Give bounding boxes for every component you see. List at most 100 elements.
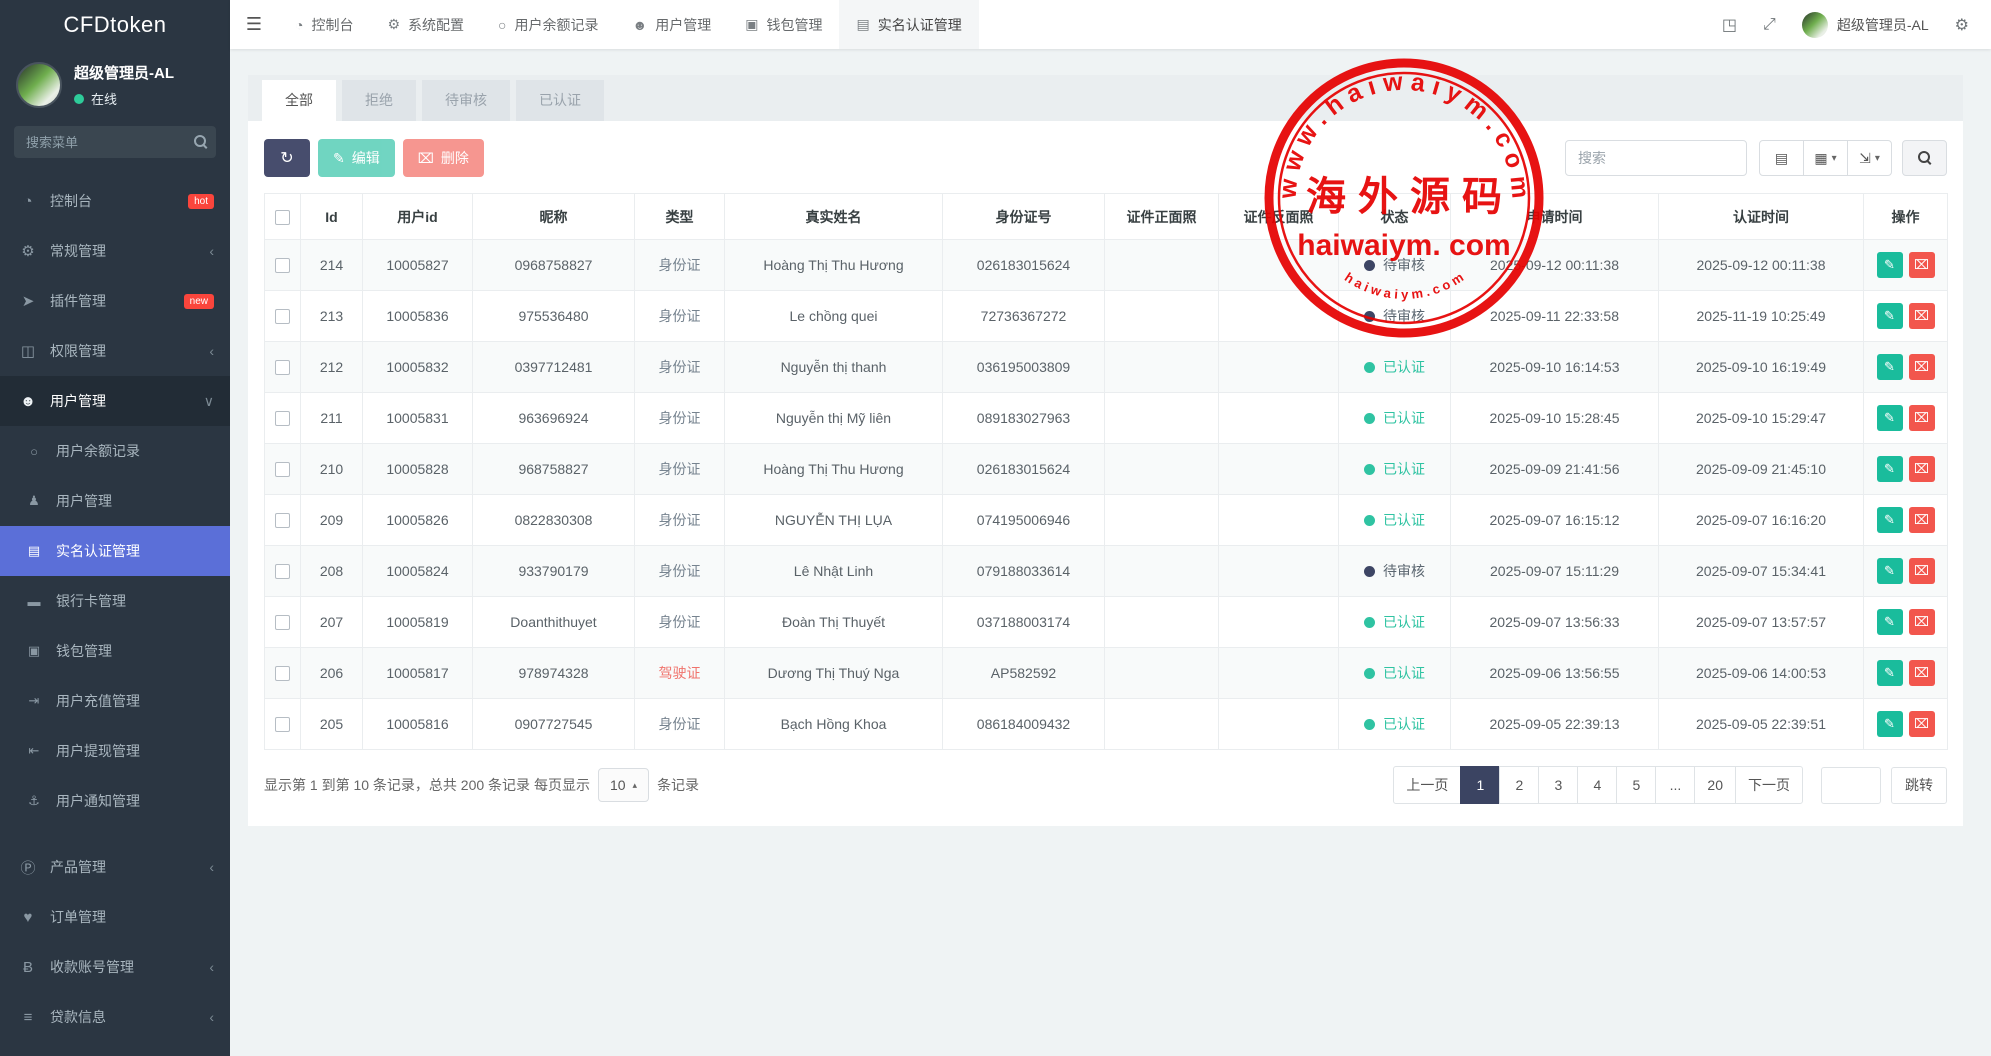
- sidebar-item-user-balance[interactable]: ○用户余额记录: [0, 426, 230, 476]
- row-delete-button[interactable]: ⌧: [1909, 456, 1935, 482]
- row-delete-button[interactable]: ⌧: [1909, 711, 1935, 737]
- columns-button[interactable]: ▦▾: [1803, 140, 1848, 176]
- sidebar-item-product-manage[interactable]: Ⓟ产品管理‹: [0, 842, 230, 892]
- table-search-button[interactable]: [1902, 140, 1947, 176]
- row-edit-button[interactable]: ✎: [1877, 711, 1903, 737]
- delete-button[interactable]: ⌧ 删除: [403, 139, 484, 177]
- sidebar-item-label: 实名认证管理: [56, 541, 140, 561]
- row-edit-button[interactable]: ✎: [1877, 405, 1903, 431]
- row-checkbox[interactable]: [275, 360, 290, 375]
- sidebar-item-user-withdraw[interactable]: ⇤用户提现管理: [0, 726, 230, 776]
- topnav-tab-user-manage[interactable]: ☻用户管理: [616, 0, 729, 49]
- page-1[interactable]: 1: [1460, 766, 1500, 804]
- row-user-id: 10005827: [363, 240, 473, 291]
- row-checkbox-cell: [265, 342, 301, 393]
- sidebar-search-input[interactable]: [14, 126, 216, 158]
- sidebar-item-bank-card[interactable]: ▬银行卡管理: [0, 576, 230, 626]
- copy-page-icon[interactable]: ◳: [1722, 15, 1737, 35]
- topnav-tab-user-balance[interactable]: ○用户余额记录: [481, 0, 615, 49]
- row-edit-button[interactable]: ✎: [1877, 303, 1903, 329]
- row-status: 待审核: [1339, 240, 1451, 291]
- row-delete-button[interactable]: ⌧: [1909, 303, 1935, 329]
- delete-button-label: 删除: [441, 148, 469, 168]
- sidebar-item-user-recharge[interactable]: ⇥用户充值管理: [0, 676, 230, 726]
- row-checkbox[interactable]: [275, 309, 290, 324]
- row-checkbox[interactable]: [275, 513, 290, 528]
- page-ellipsis[interactable]: ...: [1655, 766, 1695, 804]
- row-delete-button[interactable]: ⌧: [1909, 507, 1935, 533]
- page-5[interactable]: 5: [1616, 766, 1656, 804]
- row-back-photo: [1219, 597, 1339, 648]
- user-list-icon: ♟: [22, 493, 46, 509]
- topnav-tab-system-config[interactable]: ⚙系统配置: [370, 0, 481, 49]
- filter-tab-1[interactable]: 拒绝: [342, 80, 416, 121]
- edit-button[interactable]: ✎ 编辑: [318, 139, 395, 177]
- next-page[interactable]: 下一页: [1735, 766, 1803, 804]
- sidebar-item-wallet-manage[interactable]: ▣钱包管理: [0, 626, 230, 676]
- sidebar-item-permission-manage[interactable]: ◫权限管理‹: [0, 326, 230, 376]
- row-checkbox[interactable]: [275, 462, 290, 477]
- refresh-button[interactable]: ↻: [264, 139, 310, 177]
- topnav-tab-realname-auth[interactable]: ▤实名认证管理: [839, 0, 978, 49]
- row-checkbox[interactable]: [275, 717, 290, 732]
- column-header-1: 用户id: [363, 194, 473, 240]
- sidebar-item-general-manage[interactable]: ⚙常规管理‹: [0, 226, 230, 276]
- toggle-view-button[interactable]: ▤: [1759, 140, 1804, 176]
- row-edit-button[interactable]: ✎: [1877, 456, 1903, 482]
- export-button[interactable]: ⇲▾: [1847, 140, 1892, 176]
- row-delete-button[interactable]: ⌧: [1909, 609, 1935, 635]
- page-size-select[interactable]: 10 ▴: [598, 768, 649, 802]
- jump-button[interactable]: 跳转: [1891, 767, 1947, 804]
- row-delete-button[interactable]: ⌧: [1909, 660, 1935, 686]
- jump-page-input[interactable]: [1821, 767, 1881, 804]
- row-checkbox[interactable]: [275, 615, 290, 630]
- sidebar-item-plugin-manage[interactable]: ➤插件管理new: [0, 276, 230, 326]
- sidebar-item-user-manage[interactable]: ☻用户管理∨: [0, 376, 230, 426]
- fullscreen-icon[interactable]: ⤢: [1763, 16, 1776, 34]
- topnav-tab-wallet-manage[interactable]: ▣钱包管理: [728, 0, 839, 49]
- filter-tab-0[interactable]: 全部: [262, 80, 336, 121]
- row-delete-button[interactable]: ⌧: [1909, 405, 1935, 431]
- select-all-checkbox[interactable]: [275, 210, 290, 225]
- row-edit-button[interactable]: ✎: [1877, 558, 1903, 584]
- row-edit-button[interactable]: ✎: [1877, 354, 1903, 380]
- sidebar-item-payee-account[interactable]: Ƀ收款账号管理‹: [0, 942, 230, 992]
- page-2[interactable]: 2: [1499, 766, 1539, 804]
- status-badge: 已认证: [1364, 510, 1425, 530]
- row-actions: ✎⌧: [1864, 342, 1948, 393]
- row-checkbox[interactable]: [275, 564, 290, 579]
- row-edit-button[interactable]: ✎: [1877, 252, 1903, 278]
- row-checkbox[interactable]: [275, 666, 290, 681]
- type-label: 身份证: [659, 614, 701, 630]
- row-checkbox[interactable]: [275, 411, 290, 426]
- filter-tab-2[interactable]: 待审核: [422, 80, 510, 121]
- sidebar-item-user-list[interactable]: ♟用户管理: [0, 476, 230, 526]
- table-search-input[interactable]: [1565, 140, 1747, 176]
- status-dot-icon: [1364, 413, 1375, 424]
- page-20[interactable]: 20: [1694, 766, 1736, 804]
- row-delete-button[interactable]: ⌧: [1909, 252, 1935, 278]
- status-label: 已认证: [1383, 612, 1425, 632]
- topnav-user[interactable]: 超级管理员-AL: [1802, 12, 1929, 38]
- page-3[interactable]: 3: [1538, 766, 1578, 804]
- row-nickname: 0968758827: [473, 240, 635, 291]
- row-checkbox[interactable]: [275, 258, 290, 273]
- row-edit-button[interactable]: ✎: [1877, 609, 1903, 635]
- row-edit-button[interactable]: ✎: [1877, 507, 1903, 533]
- sidebar-item-user-notice[interactable]: ⚓用户通知管理: [0, 776, 230, 826]
- gears-icon[interactable]: ⚙: [1955, 15, 1969, 35]
- topnav-tab-dashboard[interactable]: ◔控制台: [278, 0, 370, 49]
- sidebar-item-realname-auth[interactable]: ▤实名认证管理: [0, 526, 230, 576]
- sidebar-item-label: 控制台: [50, 191, 92, 211]
- sidebar-item-dashboard[interactable]: ◔控制台hot: [0, 176, 230, 226]
- row-edit-button[interactable]: ✎: [1877, 660, 1903, 686]
- row-delete-button[interactable]: ⌧: [1909, 558, 1935, 584]
- filter-tab-3[interactable]: 已认证: [516, 80, 604, 121]
- sidebar-item-label: 收款账号管理: [50, 957, 134, 977]
- prev-page[interactable]: 上一页: [1393, 766, 1461, 804]
- row-delete-button[interactable]: ⌧: [1909, 354, 1935, 380]
- sidebar-item-loan-info[interactable]: ≡贷款信息‹: [0, 992, 230, 1042]
- sidebar-item-order-manage[interactable]: ♥订单管理: [0, 892, 230, 942]
- hamburger-icon[interactable]: ☰: [230, 0, 278, 49]
- page-4[interactable]: 4: [1577, 766, 1617, 804]
